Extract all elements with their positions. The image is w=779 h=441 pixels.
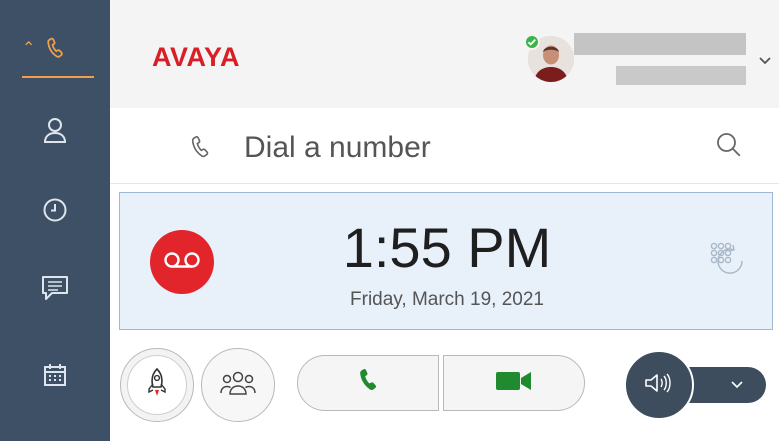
phone-icon [42,36,68,67]
avaya-logo: AVAYA [152,42,241,72]
active-indicator [22,76,94,78]
video-call-button[interactable] [443,355,585,411]
group-icon [218,368,258,403]
quick-start-inner [127,355,187,415]
chat-icon [40,273,70,308]
audio-call-button[interactable] [297,355,439,411]
sidebar-item-history[interactable] [0,190,110,234]
speaker-button[interactable] [624,350,694,420]
phone-call-icon [353,366,383,401]
rocket-icon [144,367,170,404]
chevron-down-icon[interactable] [758,52,772,70]
call-button-group [297,355,585,411]
quick-start-button[interactable] [120,348,194,422]
keypad-redial-icon[interactable] [706,239,750,288]
sidebar: ⌃ [0,0,110,441]
current-date: Friday, March 19, 2021 [350,289,544,310]
conference-button[interactable] [201,348,275,422]
video-camera-icon [494,369,534,398]
chevron-down-icon [730,376,744,394]
sidebar-item-contacts[interactable] [0,110,110,154]
presence-available-icon [524,34,540,50]
sidebar-item-phone[interactable]: ⌃ [0,28,110,78]
chevron-up-icon[interactable]: ⌃ [22,38,35,58]
current-time: 1:55 PM [342,216,552,279]
clock-icon [42,197,68,228]
speaker-icon [643,371,675,400]
sidebar-item-calendar[interactable] [0,355,110,399]
dial-bar [110,108,779,184]
audio-device-dropdown[interactable] [684,367,766,403]
sidebar-item-messages[interactable] [0,268,110,312]
search-icon[interactable] [714,130,744,165]
calendar-icon [42,362,68,393]
user-status-redacted [616,66,746,85]
top-bar: AVAYA [110,0,779,108]
clock-panel: 1:55 PM Friday, March 19, 2021 [119,192,773,330]
user-avatar[interactable] [524,34,574,82]
phone-icon [186,134,214,167]
person-icon [42,116,68,149]
user-name-redacted [574,33,746,55]
dial-number-input[interactable] [244,128,684,168]
